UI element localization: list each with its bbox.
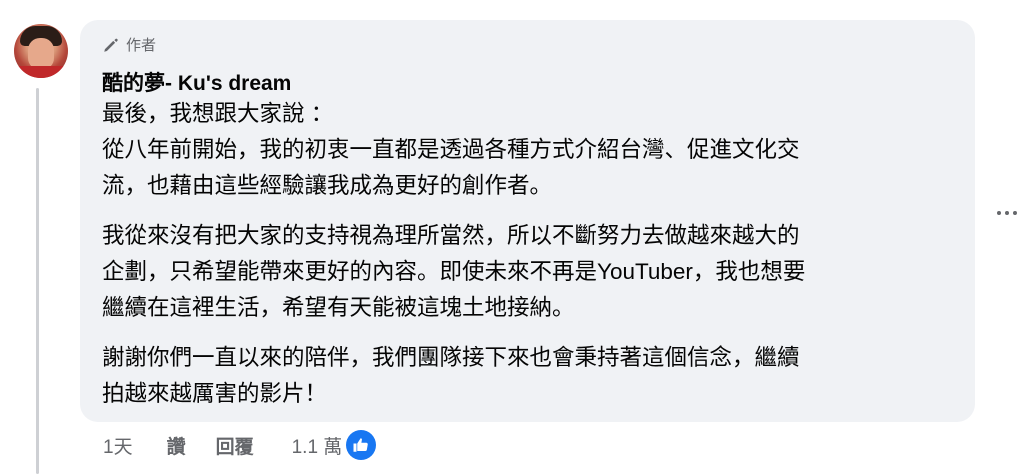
comment-bubble: 作者 酷的夢- Ku's dream 最後，我想跟大家說 ： 從八年前開始，我的…: [80, 20, 975, 422]
comment-timestamp[interactable]: 1天: [103, 432, 133, 459]
comment-line: 謝謝你們一直以來的陪伴，我們團隊接下來也會秉持著這個信念，繼續: [102, 345, 800, 370]
comment-line: 拍越來越厲害的影片！: [102, 381, 328, 406]
comment-line: 流，也藉由這些經驗讓我成為更好的創作者。: [102, 173, 553, 198]
comment-paragraph: 最後，我想跟大家說 ： 從八年前開始，我的初衷一直都是透過各種方式介紹台灣、促進…: [102, 96, 962, 204]
comment-line: 企劃，只希望能帶來更好的內容。即使未來不再是YouTuber，我也想要: [102, 259, 806, 284]
comment-paragraph: 謝謝你們一直以來的陪伴，我們團隊接下來也會秉持著這個信念，繼續 拍越來越厲害的影…: [102, 340, 962, 412]
author-badge-label: 作者: [126, 37, 157, 54]
more-icon[interactable]: [997, 211, 1017, 215]
thumbs-up-icon: [353, 438, 369, 452]
avatar-shirt: [14, 66, 68, 78]
more-dot: [1005, 211, 1009, 215]
like-button[interactable]: 讚: [167, 432, 186, 459]
author-name[interactable]: 酷的夢- Ku's dream: [102, 67, 291, 97]
comment-line: 我從來沒有把大家的支持視為理所當然，所以不斷努力去做越來越大的: [102, 223, 800, 248]
pencil-icon: [104, 38, 118, 52]
more-dot: [997, 211, 1001, 215]
like-reaction-icon[interactable]: [346, 430, 377, 460]
comment-paragraph: 我從來沒有把大家的支持視為理所當然，所以不斷努力去做越來越大的 企劃，只希望能帶…: [102, 218, 962, 326]
comment-line: 最後，我想跟大家說 ：: [102, 101, 334, 126]
thread-line: [36, 88, 39, 474]
reaction-count[interactable]: 1.1 萬: [292, 432, 343, 459]
author-avatar[interactable]: [14, 24, 68, 78]
reply-button[interactable]: 回覆: [216, 432, 254, 459]
more-dot: [1013, 211, 1017, 215]
comment-actions: 1天 讚 回覆 1.1 萬: [103, 430, 377, 460]
comment-text: 最後，我想跟大家說 ： 從八年前開始，我的初衷一直都是透過各種方式介紹台灣、促進…: [102, 96, 962, 426]
comment-line: 繼續在這裡生活，希望有天能被這塊土地接納。: [102, 295, 575, 320]
author-badge: 作者: [102, 34, 156, 55]
comment-line: 從八年前開始，我的初衷一直都是透過各種方式介紹台灣、促進文化交: [102, 137, 800, 162]
